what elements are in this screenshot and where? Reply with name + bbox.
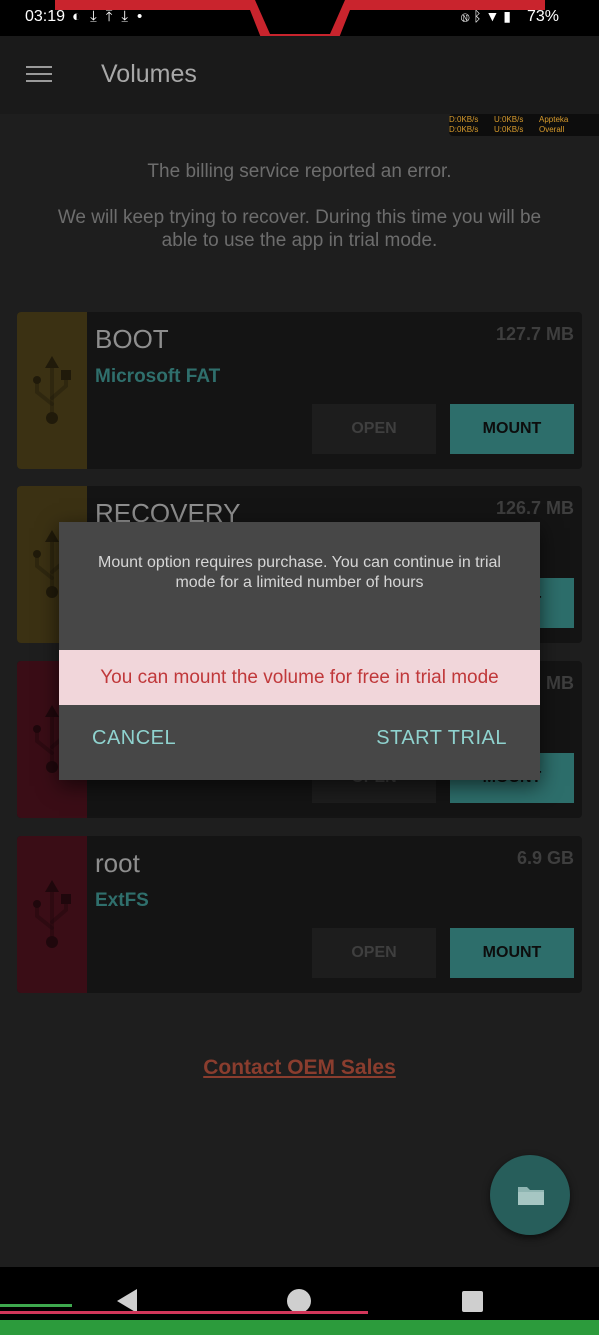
start-trial-button[interactable]: START TRIAL (376, 727, 507, 750)
progress-line-green (0, 1304, 72, 1307)
purchase-dialog: Mount option requires purchase. You can … (59, 522, 540, 780)
cancel-button[interactable]: CANCEL (92, 727, 176, 750)
home-icon (287, 1289, 311, 1313)
back-icon (117, 1289, 137, 1313)
bottom-bar (0, 1320, 599, 1335)
recents-icon (462, 1291, 483, 1312)
dialog-message: Mount option requires purchase. You can … (98, 554, 501, 591)
progress-line-red (0, 1311, 368, 1314)
navigation-bar (0, 1267, 599, 1320)
trial-banner: You can mount the volume for free in tri… (59, 650, 540, 705)
